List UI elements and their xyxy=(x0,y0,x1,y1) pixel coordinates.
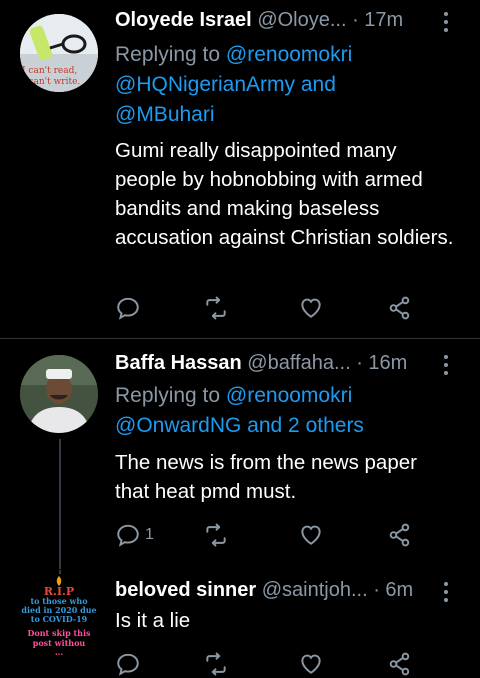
mention-link[interactable]: @renoomokri xyxy=(226,384,352,407)
tweet-1[interactable]: I can't read, I can't write. Oloyede Isr… xyxy=(0,0,480,338)
more-options-icon[interactable] xyxy=(444,355,448,375)
replying-to: Replying to @renoomokri xyxy=(115,40,352,70)
reply-icon xyxy=(117,297,139,320)
share-button[interactable] xyxy=(387,294,413,322)
replying-to-label: Replying to xyxy=(115,43,221,66)
avatar-caption-4: to COVID-19 xyxy=(30,614,88,624)
reply-icon xyxy=(117,524,139,547)
tweet-header: Baffa Hassan @baffaha... · 16m xyxy=(115,351,407,375)
like-button[interactable] xyxy=(298,650,324,678)
more-options-icon[interactable] xyxy=(444,12,448,32)
reply-button[interactable]: 1 xyxy=(115,521,154,549)
more-options-icon[interactable] xyxy=(444,582,448,602)
tweet-text: Gumi really disappointed many people by … xyxy=(115,139,454,249)
timestamp[interactable]: · 16m xyxy=(356,352,407,374)
display-name[interactable]: Baffa Hassan xyxy=(115,352,242,374)
retweet-button[interactable] xyxy=(203,521,229,549)
tweet-header: Oloyede Israel @Oloye... · 17m xyxy=(115,8,403,32)
reply-button[interactable] xyxy=(115,294,141,322)
mention-link[interactable]: @MBuhari xyxy=(115,103,215,126)
reply-count: 1 xyxy=(145,526,154,543)
tweet-text: The news is from the news paper that hea… xyxy=(115,451,417,503)
retweet-icon xyxy=(206,652,226,676)
heart-icon xyxy=(301,525,321,545)
share-icon xyxy=(389,652,410,676)
mention-link[interactable]: @HQNigerianArmy and xyxy=(115,73,336,96)
tweet-3[interactable]: R.I.P to those who died in 2020 due to C… xyxy=(0,570,480,676)
avatar[interactable] xyxy=(20,355,98,433)
retweet-button[interactable] xyxy=(203,650,229,678)
share-button[interactable] xyxy=(387,650,413,678)
replying-to: Replying to @renoomokri xyxy=(115,381,352,411)
tweet-header: beloved sinner @saintjoh... · 6m xyxy=(115,578,413,602)
share-icon xyxy=(389,296,410,320)
timestamp[interactable]: · 17m xyxy=(352,9,403,31)
share-icon xyxy=(389,523,410,547)
heart-icon xyxy=(301,654,321,674)
thread-line xyxy=(59,439,61,569)
replying-to-label: Replying to xyxy=(115,384,221,407)
heart-icon xyxy=(301,298,321,318)
avatar-caption-2: I can't write. xyxy=(22,77,81,87)
retweet-button[interactable] xyxy=(203,294,229,322)
mention-link[interactable]: @OnwardNG and 2 others xyxy=(115,414,364,437)
retweet-icon xyxy=(206,523,226,547)
avatar[interactable]: R.I.P to those who died in 2020 due to C… xyxy=(18,576,100,658)
avatar-caption-7: ... xyxy=(54,647,64,657)
avatar[interactable]: I can't read, I can't write. xyxy=(20,14,98,92)
display-name[interactable]: Oloyede Israel xyxy=(115,9,252,31)
tweet-2[interactable]: Baffa Hassan @baffaha... · 16m Replying … xyxy=(0,339,480,569)
mention-link[interactable]: @renoomokri xyxy=(226,43,352,66)
like-button[interactable] xyxy=(298,521,324,549)
retweet-icon xyxy=(206,296,226,320)
handle[interactable]: @Oloye... xyxy=(257,9,346,31)
display-name[interactable]: beloved sinner xyxy=(115,579,256,601)
tweet-text: Is it a lie xyxy=(115,609,191,632)
action-bar xyxy=(115,650,415,678)
avatar-caption-1: I can't read, xyxy=(22,66,78,76)
thread-line xyxy=(59,570,61,574)
action-bar xyxy=(115,294,415,322)
reply-button[interactable] xyxy=(115,650,141,678)
action-bar: 1 xyxy=(115,521,415,549)
like-button[interactable] xyxy=(298,294,324,322)
handle[interactable]: @baffaha... xyxy=(247,352,350,374)
reply-icon xyxy=(117,653,139,676)
timestamp[interactable]: · 6m xyxy=(373,579,413,601)
share-button[interactable] xyxy=(387,521,413,549)
handle[interactable]: @saintjoh... xyxy=(262,579,368,601)
avatar-image xyxy=(20,355,98,433)
